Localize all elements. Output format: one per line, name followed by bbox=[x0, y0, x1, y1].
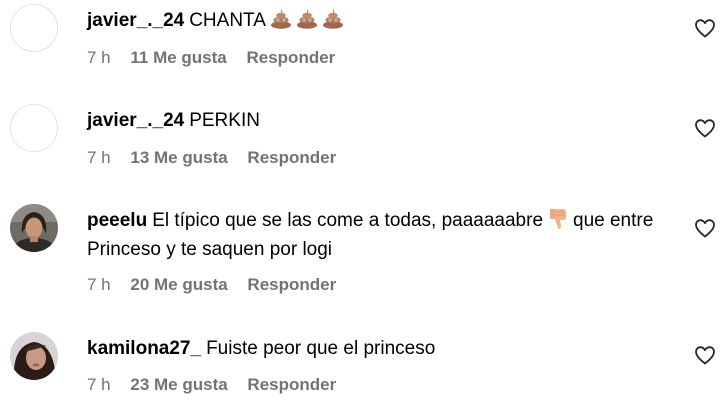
avatar[interactable] bbox=[10, 104, 58, 152]
avatar-photo bbox=[10, 204, 58, 252]
comment-body: CHANTA bbox=[189, 10, 266, 31]
comment-username[interactable]: kamilona27_ bbox=[87, 338, 201, 359]
reply-button[interactable]: Responder bbox=[247, 375, 336, 394]
reply-button[interactable]: Responder bbox=[246, 48, 335, 67]
comment-time: 7 h bbox=[87, 48, 111, 67]
comment-meta: 7 h 11 Me gusta Responder bbox=[87, 48, 350, 68]
comment-meta: 7 h 13 Me gusta Responder bbox=[87, 148, 351, 168]
comment-username[interactable]: javier_._24 bbox=[87, 110, 184, 131]
comment-text: peeelu El típico que se las come a todas,… bbox=[87, 206, 677, 264]
comment-username[interactable]: javier_._24 bbox=[87, 10, 184, 31]
like-count-button[interactable]: 11 Me gusta bbox=[130, 48, 226, 67]
heart-outline-icon[interactable] bbox=[693, 343, 717, 367]
reply-button[interactable]: Responder bbox=[247, 148, 336, 167]
pile-of-poo-emoji bbox=[270, 9, 291, 29]
comment-text: javier_._24 PERKIN bbox=[87, 106, 677, 135]
pile-of-poo-emoji bbox=[296, 9, 317, 29]
comment-meta: 7 h 23 Me gusta Responder bbox=[87, 375, 351, 395]
like-count-button[interactable]: 13 Me gusta bbox=[130, 148, 227, 167]
avatar-photo bbox=[10, 332, 58, 380]
comment-username[interactable]: peeelu bbox=[87, 210, 147, 231]
comment-meta: 7 h 20 Me gusta Responder bbox=[87, 275, 351, 295]
heart-outline-icon[interactable] bbox=[693, 16, 717, 40]
comment-body: Fuiste peor que el princeso bbox=[206, 338, 436, 359]
comment-time: 7 h bbox=[87, 275, 111, 294]
reply-button[interactable]: Responder bbox=[247, 275, 336, 294]
avatar[interactable] bbox=[10, 332, 58, 380]
heart-outline-icon[interactable] bbox=[693, 116, 717, 140]
pile-of-poo-emoji bbox=[322, 9, 343, 29]
like-count-button[interactable]: 23 Me gusta bbox=[130, 375, 227, 394]
comment-time: 7 h bbox=[87, 375, 111, 394]
thumbs-down-emoji bbox=[550, 209, 567, 229]
avatar[interactable] bbox=[10, 204, 58, 252]
comment-text: javier_._24 CHANTA bbox=[87, 6, 677, 35]
like-count-button[interactable]: 20 Me gusta bbox=[130, 275, 227, 294]
comment-body: PERKIN bbox=[189, 110, 260, 131]
comment-body-start: El típico que se las come a todas, paaaa… bbox=[152, 210, 544, 231]
heart-outline-icon[interactable] bbox=[693, 216, 717, 240]
avatar[interactable] bbox=[10, 4, 58, 52]
comment-time: 7 h bbox=[87, 148, 111, 167]
comment-text: kamilona27_ Fuiste peor que el princeso bbox=[87, 334, 677, 363]
